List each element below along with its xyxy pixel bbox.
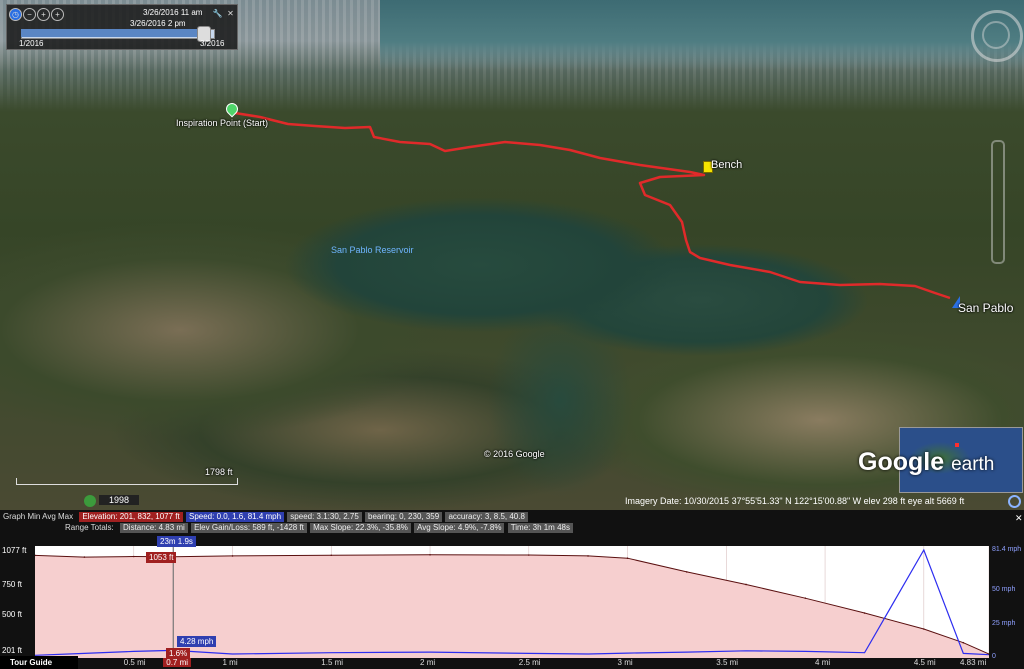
trail-polyline	[234, 111, 951, 300]
elevation-point	[923, 628, 925, 630]
stat-elevation[interactable]: Elevation: 201, 832, 1077 ft	[79, 512, 183, 522]
label-inspiration-point[interactable]: Inspiration Point (Start)	[176, 118, 268, 128]
stat-accuracy[interactable]: accuracy: 3, 8.5, 40.8	[445, 512, 528, 522]
profile-stats: Graph Min Avg Max Elevation: 201, 832, 1…	[0, 510, 1024, 536]
label-san-pablo[interactable]: San Pablo	[958, 301, 1013, 315]
stat-graph-header: Graph Min Avg Max	[3, 512, 74, 521]
elevation-point	[83, 556, 86, 558]
status-bar: 1998 Imagery Date: 10/30/2015 37°55'51.3…	[0, 494, 1024, 510]
zoom-slider[interactable]	[991, 140, 1005, 264]
elevation-point	[745, 583, 747, 586]
label-reservoir: San Pablo Reservoir	[331, 245, 414, 255]
y-tick-left-3: 201 ft	[2, 646, 23, 655]
x-tick-label: 1.5 mi	[321, 658, 344, 667]
time-date-top: 3/26/2016 11 am	[143, 8, 203, 17]
overview-location-marker	[955, 443, 959, 447]
status-text: Imagery Date: 10/30/2015 37°55'51.33" N …	[625, 496, 965, 506]
time-slider-fill	[21, 29, 209, 37]
x-tick-label: 4 mi	[815, 658, 831, 667]
callout-speed: 4.28 mph	[177, 636, 217, 647]
stat-distance: Distance: 4.83 mi	[120, 523, 188, 533]
y-tick-right-2: 25 mph	[992, 620, 1016, 627]
y-tick-right-1: 50 mph	[992, 586, 1016, 593]
y-tick-right-0: 81.4 mph	[992, 546, 1022, 553]
streaming-indicator-icon	[1008, 495, 1021, 508]
clock-icon[interactable]: ◷	[9, 8, 22, 21]
callout-slope: 1.6%	[166, 648, 191, 659]
zoom-in-time-icon[interactable]: +	[51, 8, 64, 21]
x-tick-label: 4.5 mi	[913, 658, 936, 667]
y-tick-right-3: 0	[992, 653, 996, 660]
x-tick-label: 4.83 mi	[960, 658, 987, 667]
close-profile-icon[interactable]: ✕	[1015, 513, 1023, 524]
elevation-point	[626, 557, 629, 560]
stat-speed[interactable]: Speed: 0.0, 1.6, 81.4 mph	[185, 512, 285, 522]
stat-avg-slope: Avg Slope: 4.9%, -7.8%	[414, 523, 505, 533]
x-tick-label: 3.5 mi	[716, 658, 739, 667]
stat-speed-2[interactable]: speed: 3.1:30, 2.75	[287, 512, 362, 522]
copyright-text: © 2016 Google	[484, 449, 545, 459]
zoom-in-icon[interactable]: +	[37, 8, 50, 21]
earth-map-view[interactable]: Inspiration Point (Start) Bench San Pabl…	[0, 0, 1024, 510]
elevation-point	[686, 571, 688, 573]
x-tick-label: 3 mi	[617, 658, 633, 667]
elevation-point	[330, 554, 333, 557]
tour-guide-button[interactable]: Tour Guide	[0, 656, 78, 669]
close-icon[interactable]: ✕	[225, 8, 236, 19]
historical-year: 1998	[99, 495, 140, 505]
scale-label: 1798 ft	[205, 467, 233, 477]
time-range-start: 1/2016	[19, 39, 44, 48]
move-joystick-icon[interactable]	[982, 21, 1010, 49]
callout-time: 23m 1.9s	[157, 536, 196, 547]
elevation-point	[587, 555, 589, 557]
x-tick-label: 1 mi	[222, 658, 238, 667]
x-tick-label: 0.7 mi	[163, 658, 192, 667]
stat-time: Time: 3h 1m 48s	[507, 523, 573, 533]
stat-bearing[interactable]: bearing: 0, 230, 359	[365, 512, 443, 522]
x-tick-label: 2.5 mi	[518, 658, 541, 667]
elevation-point	[231, 555, 234, 557]
wrench-icon[interactable]: 🔧	[212, 8, 223, 19]
label-bench[interactable]: Bench	[711, 159, 742, 171]
time-date-bottom: 3/26/2016 2 pm	[130, 19, 186, 28]
time-range-end: 3/2016	[200, 39, 225, 48]
x-tick-label: 0.5 mi	[123, 658, 146, 667]
callout-elevation: 1053 ft	[146, 552, 177, 563]
historical-imagery-icon[interactable]	[84, 495, 96, 507]
stat-range-totals: Range Totals:	[65, 523, 114, 532]
elevation-point	[863, 612, 866, 614]
y-tick-left-2: 500 ft	[2, 610, 23, 619]
bay-water	[380, 0, 1024, 70]
google-earth-logo: Google earth	[858, 448, 995, 476]
elevation-point	[804, 597, 807, 599]
scale-bar	[16, 478, 238, 485]
zoom-out-icon[interactable]: −	[23, 8, 36, 21]
y-tick-left-1: 750 ft	[2, 580, 23, 589]
elevation-point	[962, 641, 965, 644]
elevation-profile-panel: Graph Min Avg Max Elevation: 201, 832, 1…	[0, 510, 1024, 669]
elevation-point	[429, 553, 431, 556]
elevation-point	[527, 554, 530, 556]
stat-max-slope: Max Slope: 22.3%, -35.8%	[310, 523, 411, 533]
elevation-point	[132, 555, 135, 558]
stat-elev-gain: Elev Gain/Loss: 589 ft, -1428 ft	[191, 523, 307, 533]
y-tick-left-0: 1077 ft	[2, 546, 27, 555]
time-slider-panel: ◷ − + + 🔧 ✕ 3/26/2016 11 am 3/26/2016 2 …	[6, 4, 238, 50]
x-tick-label: 2 mi	[420, 658, 436, 667]
